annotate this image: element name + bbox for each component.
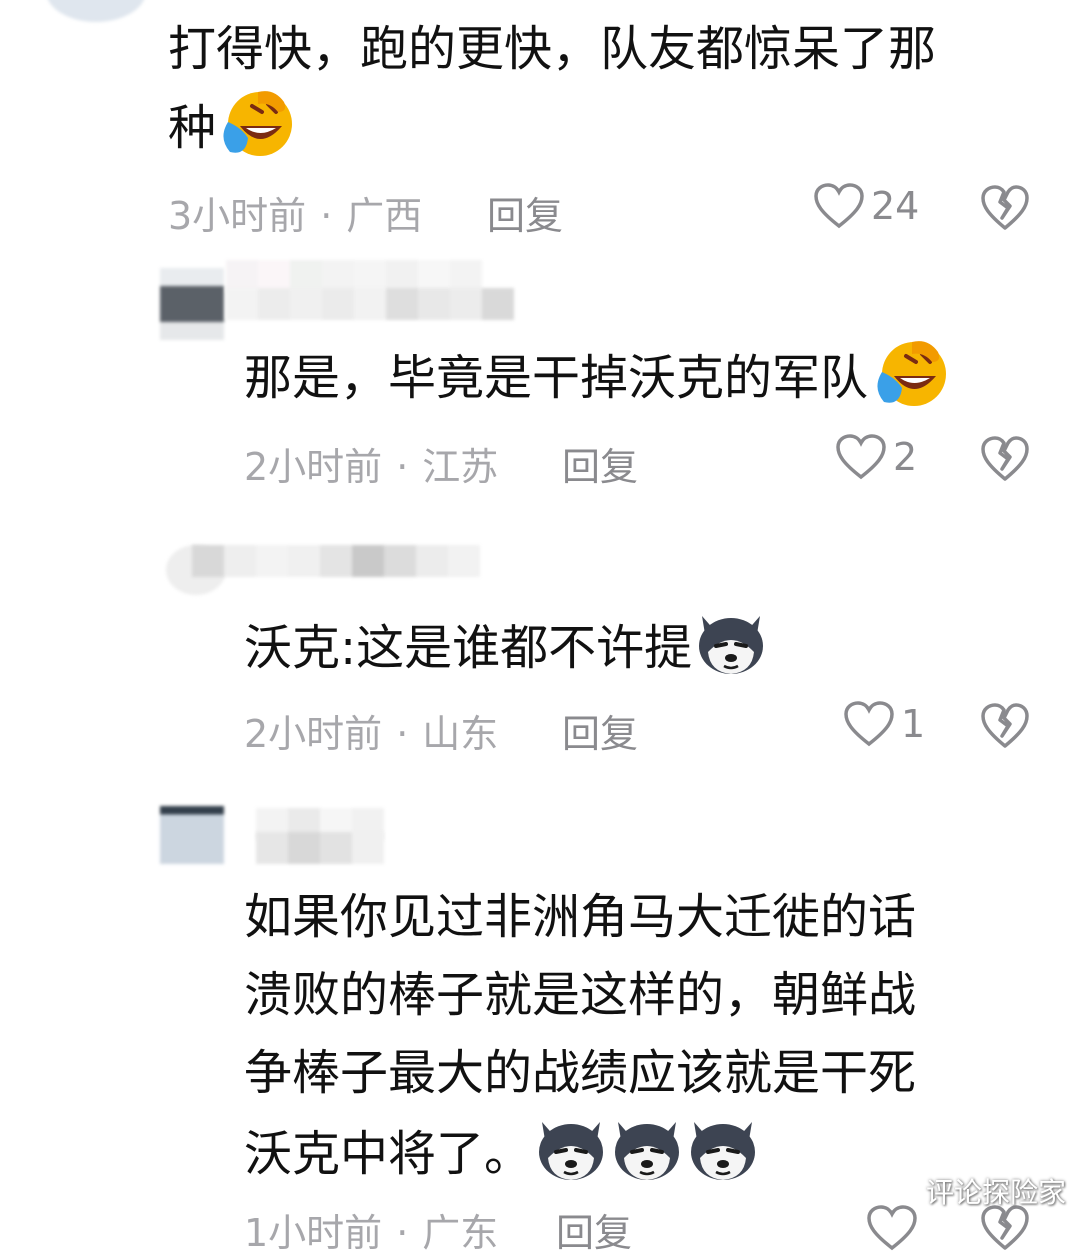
comment-meta: 3小时前 · 广西 bbox=[168, 194, 423, 238]
dislike-icon[interactable] bbox=[980, 702, 1030, 750]
comment-meta: 1小时前 · 广东 bbox=[244, 1211, 499, 1255]
dislike-icon[interactable] bbox=[980, 184, 1030, 232]
reply-button[interactable]: 回复 bbox=[556, 1202, 632, 1257]
husky-dog-icon bbox=[610, 1112, 684, 1184]
comment-meta: 2小时前 · 山东 bbox=[244, 712, 499, 756]
like-count: 24 bbox=[871, 184, 920, 228]
like-count: 2 bbox=[893, 435, 918, 479]
watermark: 评论探险家 bbox=[925, 1176, 1066, 1209]
avatar[interactable] bbox=[46, 0, 146, 22]
comment-text: 种 bbox=[168, 88, 294, 167]
heart-icon bbox=[843, 700, 895, 748]
location: 山东 bbox=[422, 712, 499, 756]
comment-text: 争棒子最大的战绩应该就是干死 bbox=[244, 1045, 917, 1101]
like-count: 1 bbox=[901, 702, 926, 746]
husky-dog-icon bbox=[694, 606, 768, 678]
location: 江苏 bbox=[422, 445, 499, 489]
reply-button[interactable]: 回复 bbox=[562, 436, 638, 491]
avatar[interactable] bbox=[160, 806, 224, 864]
location: 广西 bbox=[346, 194, 423, 238]
like-button[interactable]: 1 bbox=[843, 700, 925, 748]
timestamp: 1小时前 bbox=[244, 1211, 383, 1255]
like-button[interactable]: 2 bbox=[835, 433, 917, 481]
comment-meta: 2小时前 · 江苏 bbox=[244, 445, 499, 489]
comment-text: 沃克中将了。 bbox=[244, 1112, 760, 1193]
reply-button[interactable]: 回复 bbox=[487, 185, 563, 240]
laugh-cry-icon bbox=[218, 88, 294, 158]
comment-text: 那是，毕竟是干掉沃克的军队 bbox=[244, 338, 950, 417]
comment-text: 如果你见过非洲角马大迁徙的话 bbox=[244, 889, 917, 945]
husky-dog-icon bbox=[534, 1112, 608, 1184]
timestamp: 2小时前 bbox=[244, 445, 383, 489]
laugh-cry-icon bbox=[870, 338, 950, 408]
location: 广东 bbox=[422, 1211, 499, 1255]
dislike-icon[interactable] bbox=[980, 435, 1030, 483]
timestamp: 2小时前 bbox=[244, 712, 383, 756]
husky-dog-icon bbox=[686, 1112, 760, 1184]
heart-icon bbox=[835, 433, 887, 481]
comment-text: 沃克:这是谁都不许提 bbox=[244, 606, 768, 687]
comment-text: 溃败的棒子就是这样的，朝鲜战 bbox=[244, 967, 917, 1023]
comment-text: 打得快，跑的更快，队友都惊呆了那 bbox=[168, 21, 937, 77]
like-button[interactable]: 24 bbox=[813, 182, 919, 230]
heart-icon bbox=[813, 182, 865, 230]
username-blurred-row bbox=[256, 832, 384, 864]
timestamp: 3小时前 bbox=[168, 194, 307, 238]
dislike-icon[interactable] bbox=[980, 1204, 1030, 1252]
avatar[interactable] bbox=[160, 268, 224, 340]
username-blurred[interactable] bbox=[192, 545, 480, 577]
username-blurred-row bbox=[226, 288, 514, 320]
heart-icon[interactable] bbox=[866, 1204, 918, 1252]
reply-button[interactable]: 回复 bbox=[562, 703, 638, 758]
